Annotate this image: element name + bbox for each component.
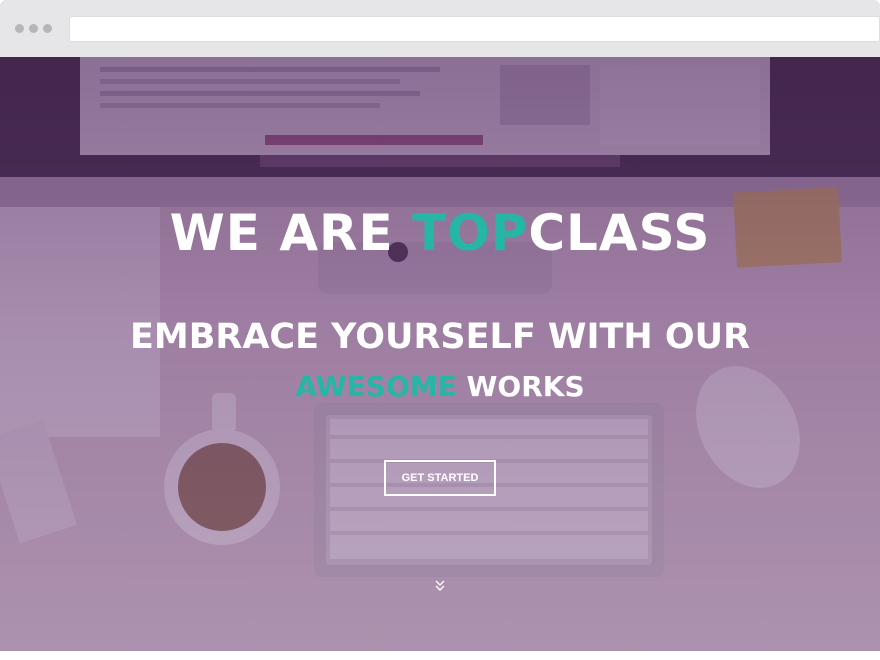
hero-section: WE ARE TOPCLASS EMBRACE YOURSELF WITH OU… [0, 57, 880, 651]
hero-subheadline-line1: EMBRACE YOURSELF WITH OUR [129, 317, 751, 357]
headline-text-end: CLASS [528, 204, 711, 262]
hero-headline: WE ARE TOPCLASS [0, 203, 880, 263]
window-controls [15, 24, 52, 33]
window-dot-maximize[interactable] [43, 24, 52, 33]
hero-subheadline-line2: AWESOME WORKS [0, 369, 880, 405]
headline-accent-text: TOP [412, 204, 529, 262]
subheadline-end-text: WORKS [456, 370, 585, 403]
window-dot-minimize[interactable] [29, 24, 38, 33]
get-started-button[interactable]: GET STARTED [384, 460, 496, 496]
chevron-double-down-icon[interactable] [431, 577, 449, 595]
subheadline-accent-text: AWESOME [295, 370, 457, 403]
headline-text-start: WE ARE [169, 204, 413, 262]
address-bar[interactable] [69, 16, 880, 42]
window-dot-close[interactable] [15, 24, 24, 33]
browser-window: WE ARE TOPCLASS EMBRACE YOURSELF WITH OU… [0, 0, 880, 651]
browser-toolbar [0, 0, 880, 57]
